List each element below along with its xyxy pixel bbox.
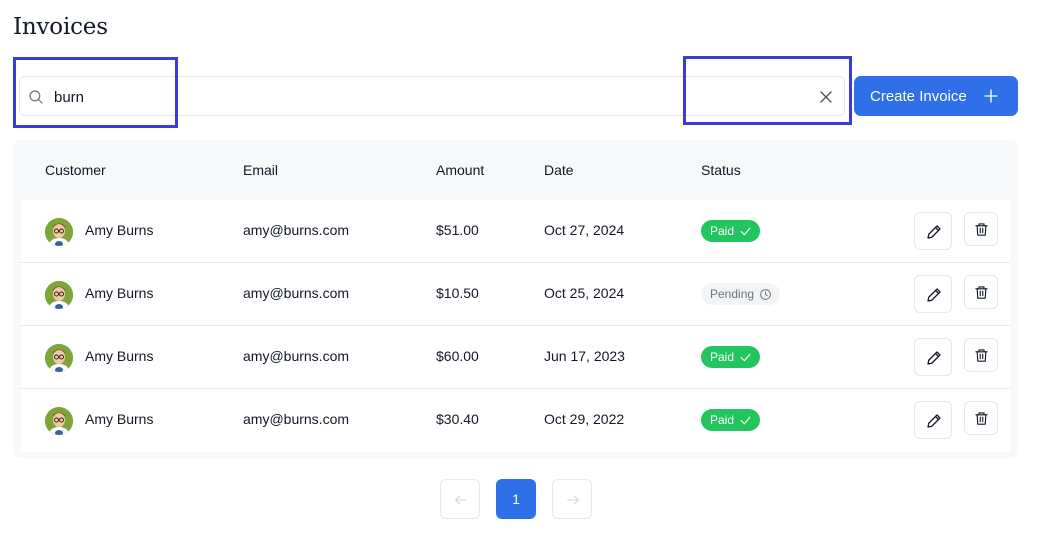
invoice-amount: $51.00 [436, 222, 479, 238]
column-header-amount: Amount [436, 162, 485, 178]
table-row: Amy Burns amy@burns.com $10.50 Oct 25, 2… [21, 263, 1010, 326]
column-header-email: Email [243, 162, 279, 178]
invoice-date: Oct 27, 2024 [544, 222, 625, 238]
status-badge: Paid [701, 220, 761, 242]
column-header-status: Status [701, 162, 741, 178]
search-bar[interactable] [19, 76, 845, 116]
clear-search-button[interactable] [816, 87, 836, 107]
table-row: Amy Burns amy@burns.com $51.00 Oct 27, 2… [21, 200, 1010, 263]
trash-icon [975, 349, 988, 362]
customer-email: amy@burns.com [243, 411, 350, 427]
trash-icon [975, 286, 988, 299]
status-label: Paid [710, 224, 735, 238]
invoice-amount: $30.40 [436, 411, 479, 427]
page-1-button[interactable]: 1 [496, 479, 536, 519]
status-badge: Pending [701, 283, 781, 305]
avatar [45, 281, 73, 309]
pencil-icon [927, 288, 941, 302]
invoice-amount: $60.00 [436, 348, 479, 364]
invoice-date: Oct 25, 2024 [544, 285, 625, 301]
create-invoice-label: Create Invoice [870, 87, 967, 105]
invoices-table: Customer Email Amount Date Status Amy Bu… [13, 140, 1018, 458]
pencil-icon [927, 225, 941, 239]
create-invoice-button[interactable]: Create Invoice [854, 76, 1018, 116]
status-label: Pending [710, 287, 755, 301]
delete-invoice-button[interactable] [964, 338, 998, 372]
column-header-customer: Customer [45, 162, 106, 178]
avatar-image [45, 407, 73, 435]
column-header-date: Date [544, 162, 574, 178]
pencil-icon [927, 414, 941, 428]
arrow-right-icon [567, 495, 579, 505]
invoice-amount: $10.50 [436, 285, 479, 301]
search-icon [29, 90, 43, 104]
search-input[interactable] [54, 85, 754, 109]
customer-name: Amy Burns [85, 348, 154, 364]
avatar [45, 407, 73, 435]
invoice-date: Jun 17, 2023 [544, 348, 625, 364]
edit-invoice-button[interactable] [914, 275, 952, 313]
page-title: Invoices [13, 14, 108, 40]
arrow-left-icon [455, 495, 467, 505]
customer-email: amy@burns.com [243, 222, 350, 238]
avatar [45, 218, 73, 246]
avatar-image [45, 281, 73, 309]
trash-icon [975, 412, 988, 425]
customer-name: Amy Burns [85, 411, 154, 427]
status-badge: Paid [701, 346, 761, 368]
customer-email: amy@burns.com [243, 285, 350, 301]
delete-invoice-button[interactable] [964, 212, 998, 246]
delete-invoice-button[interactable] [964, 401, 998, 435]
check-icon [740, 353, 751, 361]
previous-page-button[interactable] [440, 479, 480, 519]
edit-invoice-button[interactable] [914, 212, 952, 250]
trash-icon [975, 223, 988, 236]
customer-name: Amy Burns [85, 285, 154, 301]
close-icon [820, 91, 832, 103]
clock-icon [760, 288, 771, 300]
check-icon [740, 416, 751, 424]
check-icon [740, 227, 751, 235]
delete-invoice-button[interactable] [964, 275, 998, 309]
table-body: Amy Burns amy@burns.com $51.00 Oct 27, 2… [21, 200, 1010, 452]
status-label: Paid [710, 413, 735, 427]
status-badge: Paid [701, 409, 761, 431]
customer-email: amy@burns.com [243, 348, 350, 364]
customer-name: Amy Burns [85, 222, 154, 238]
plus-icon [984, 89, 998, 103]
pencil-icon [927, 351, 941, 365]
next-page-button[interactable] [552, 479, 592, 519]
invoice-date: Oct 29, 2022 [544, 411, 625, 427]
edit-invoice-button[interactable] [914, 401, 952, 439]
avatar-image [45, 344, 73, 372]
avatar [45, 344, 73, 372]
table-header: Customer Email Amount Date Status [13, 140, 1018, 200]
avatar-image [45, 218, 73, 246]
table-row: Amy Burns amy@burns.com $60.00 Jun 17, 2… [21, 326, 1010, 389]
table-row: Amy Burns amy@burns.com $30.40 Oct 29, 2… [21, 389, 1010, 452]
edit-invoice-button[interactable] [914, 338, 952, 376]
status-label: Paid [710, 350, 735, 364]
